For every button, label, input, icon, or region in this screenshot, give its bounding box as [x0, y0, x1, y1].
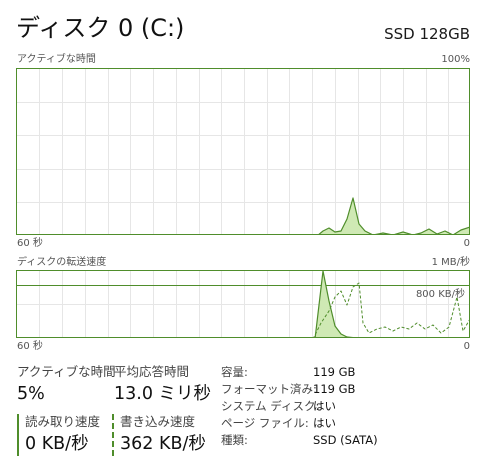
detail-capacity-value: 119 GB: [313, 365, 356, 379]
detail-page-file-key: ページ ファイル:: [221, 416, 309, 430]
read-speed-stat-label: 読み取り速度: [25, 414, 101, 429]
active-time-graph-max: 100%: [441, 54, 470, 65]
detail-capacity-key: 容量:: [221, 365, 248, 379]
response-time-stat-label: 平均応答時間: [114, 364, 190, 379]
active-time-graph-label: アクティブな時間: [17, 54, 96, 65]
write-speed-legend-bar: [112, 414, 114, 456]
detail-system-disk-key: システム ディスク:: [221, 399, 320, 413]
detail-formatted-value: 119 GB: [313, 382, 356, 396]
transfer-rate-graph-svg: [17, 271, 469, 337]
transfer-graph-duration: 60 秒: [17, 341, 43, 352]
response-time-stat-value: 13.0 ミリ秒: [114, 384, 212, 404]
active-time-graph-min: 0: [463, 238, 470, 249]
transfer-graph-min: 0: [463, 341, 470, 352]
active-time-area: [318, 197, 469, 234]
disk-model: SSD 128GB: [384, 25, 470, 43]
active-time-grid: [17, 69, 469, 234]
active-time-graph-svg: [17, 69, 469, 234]
detail-type-key: 種類:: [221, 433, 248, 447]
transfer-rate-graph: 800 KB/秒: [16, 270, 470, 338]
detail-type-value: SSD (SATA): [313, 433, 378, 447]
active-time-graph-duration: 60 秒: [17, 238, 43, 249]
detail-formatted-key: フォーマット済み:: [221, 382, 317, 396]
active-time-stat-value: 5%: [17, 384, 45, 404]
detail-system-disk-value: はい: [313, 399, 336, 413]
write-speed-stat-value: 362 KB/秒: [120, 434, 206, 454]
active-time-graph: [16, 68, 470, 235]
transfer-threshold-label: 800 KB/秒: [415, 289, 465, 300]
transfer-grid: [17, 271, 469, 337]
transfer-graph-max: 1 MB/秒: [431, 257, 470, 268]
active-time-stat-label: アクティブな時間: [17, 364, 116, 379]
read-speed-stat-value: 0 KB/秒: [25, 434, 89, 454]
transfer-graph-label: ディスクの転送速度: [17, 257, 107, 268]
disk-title: ディスク 0 (C:): [16, 14, 185, 42]
write-speed-stat-label: 書き込み速度: [120, 414, 196, 429]
detail-page-file-value: はい: [313, 416, 336, 430]
read-speed-legend-bar: [17, 414, 19, 456]
